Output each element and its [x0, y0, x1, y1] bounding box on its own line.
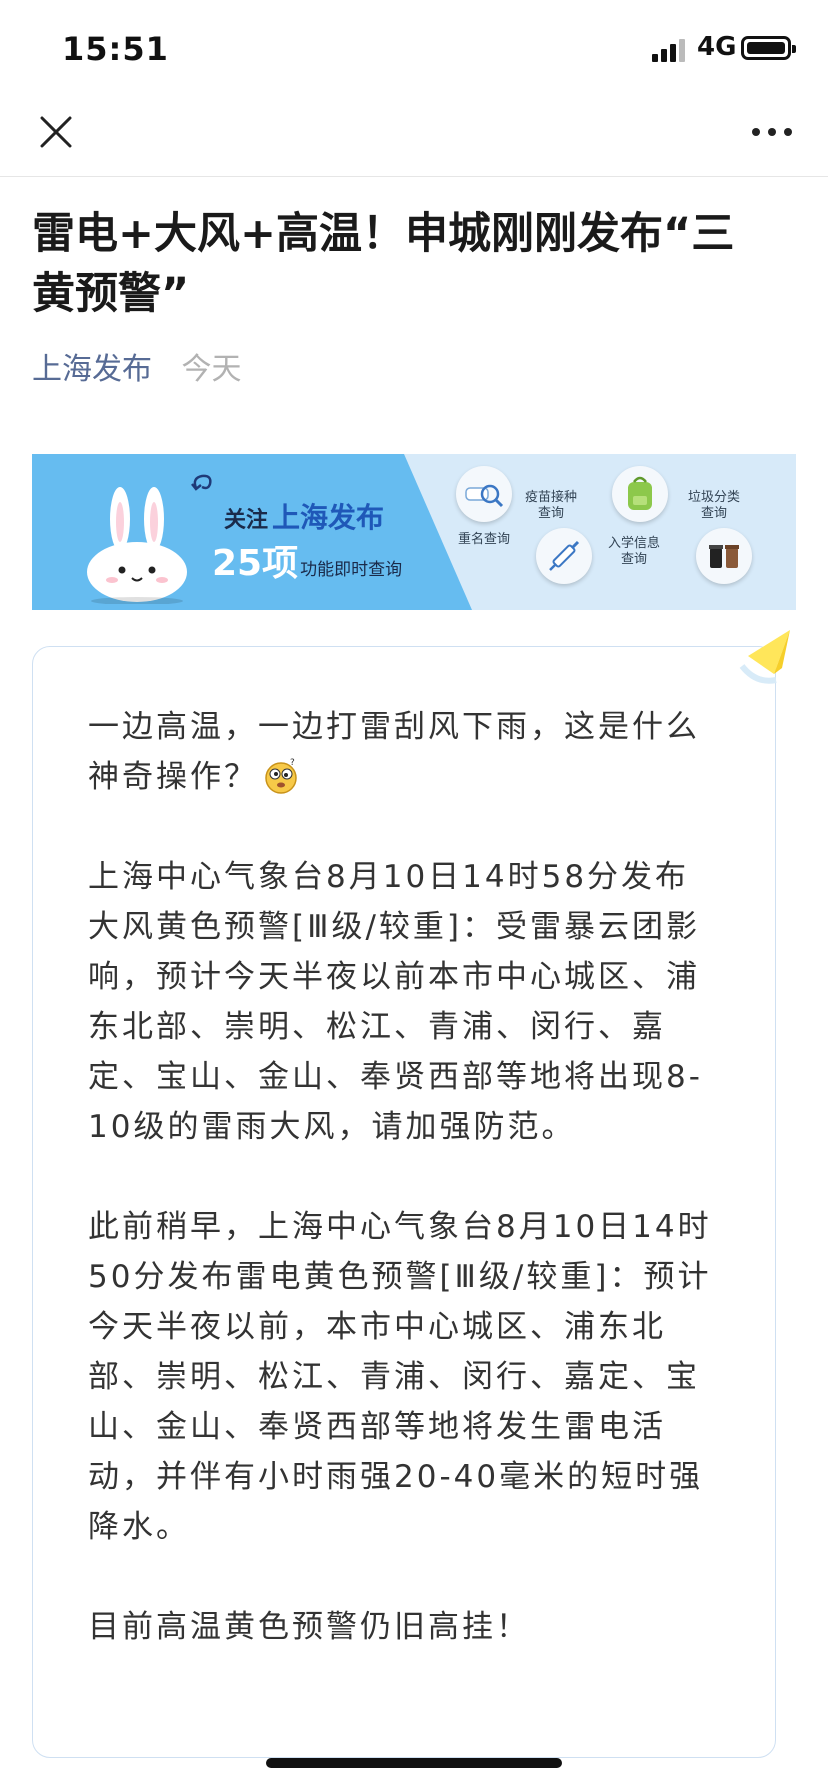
paragraph: 目前高温黄色预警仍旧高挂！ [88, 1609, 530, 1645]
follow-prompt: 关注 上海发布 [224, 496, 384, 536]
feature-label-name-search: 重名查询 [457, 532, 510, 547]
publish-date: 今天 [181, 352, 242, 387]
bunny-mascot-icon [87, 487, 187, 604]
feature-label-garbage: 垃圾分类查询 [687, 490, 740, 521]
follow-prefix: 关注 [224, 508, 269, 533]
status-time: 15:51 [62, 30, 169, 68]
confused-face-emoji-icon: ? [265, 758, 298, 794]
close-icon[interactable] [36, 112, 76, 152]
paragraph: 上海中心气象台8月10日14时58分发布大风黄色预警[Ⅲ级/较重]：受雷暴云团影… [88, 859, 703, 1145]
more-icon[interactable] [748, 118, 796, 146]
article-body: 一边高温，一边打雷刮风下雨，这是什么神奇操作？? 上海中心气象台8月10日14时… [88, 702, 718, 1702]
svg-text:?: ? [290, 758, 298, 768]
corner-decoration-icon [739, 630, 790, 684]
paragraph: 此前稍早，上海中心气象台8月10日14时50分发布雷电黄色预警[Ⅲ级/较重]：预… [88, 1209, 712, 1545]
battery-icon [741, 36, 796, 60]
network-type: 4G [697, 32, 737, 62]
home-indicator[interactable] [266, 1758, 562, 1768]
signal-icon [652, 38, 686, 62]
status-bar: 15:51 4G [0, 0, 828, 100]
author-link[interactable]: 上海发布 [32, 352, 152, 387]
follow-account: 上海发布 [272, 501, 385, 534]
feature-count-suffix: 功能即时查询 [300, 560, 403, 580]
article-meta: 上海发布 今天 [32, 350, 242, 390]
feature-count-line: 25项 功能即时查询 [212, 534, 402, 586]
garbage-bin-icon [696, 528, 752, 584]
feature-count: 25项 [212, 543, 299, 584]
paragraph: 一边高温，一边打雷刮风下雨，这是什么神奇操作？? [88, 702, 718, 802]
nav-bar [0, 100, 828, 177]
feature-label-enrollment: 入学信息查询 [607, 536, 660, 567]
vaccine-syringe-icon [536, 528, 592, 584]
swirl-arrow-icon [191, 474, 212, 491]
paragraph-text: 一边高温，一边打雷刮风下雨，这是什么神奇操作？ [88, 709, 700, 795]
name-search-icon [456, 466, 512, 522]
feature-label-vaccine: 疫苗接种查询 [524, 490, 577, 521]
school-bag-icon [612, 466, 668, 522]
promo-banner[interactable]: 关注 上海发布 25项 功能即时查询 重名查询 疫苗接种查询 入学信息查询 垃圾分类… [32, 454, 796, 610]
article-title: 雷电+大风+高温！申城刚刚发布“三黄预警” [32, 209, 735, 319]
